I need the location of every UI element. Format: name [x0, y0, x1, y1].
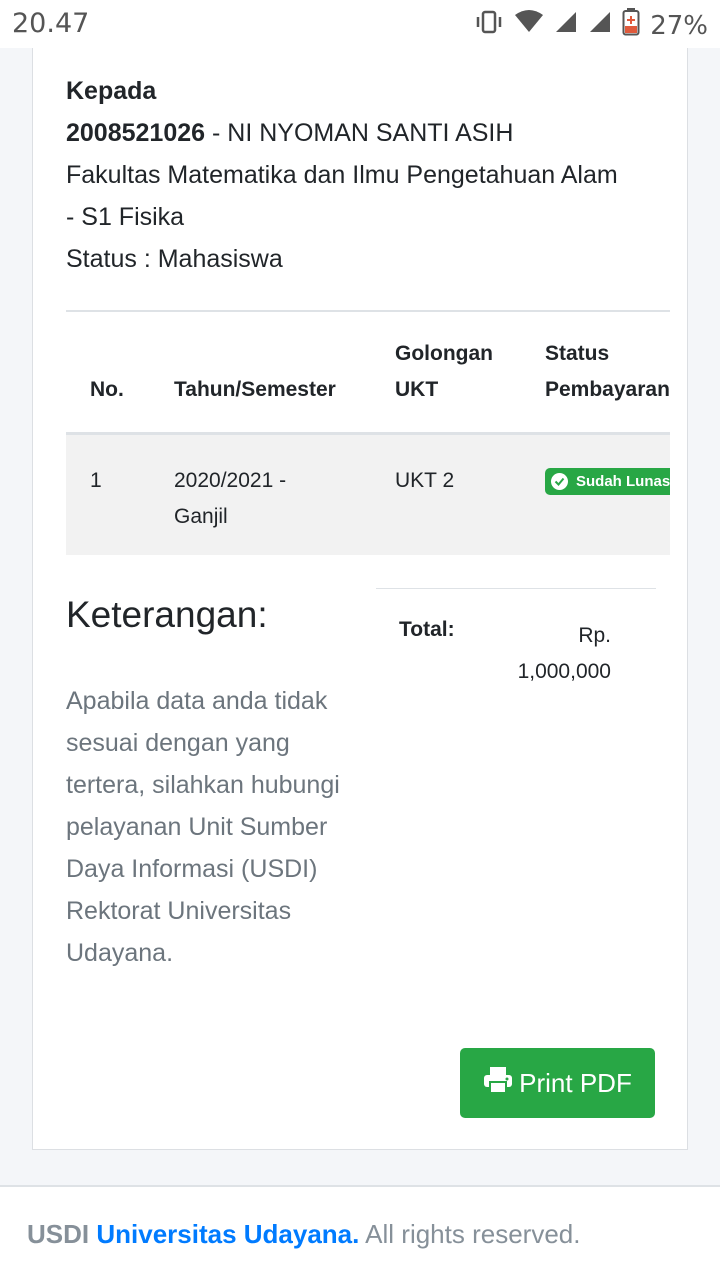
signal-icon	[554, 10, 578, 41]
faculty-line-2: - S1 Fisika	[66, 203, 185, 231]
status-time: 20.47	[12, 8, 90, 39]
battery-percent: 27%	[650, 10, 708, 41]
header-pembayaran: Pembayaran	[545, 378, 670, 401]
footer-link[interactable]: Universitas Udayana.	[96, 1219, 359, 1249]
footer-rights: All rights reserved.	[359, 1219, 581, 1249]
battery-icon	[622, 8, 640, 43]
row-golongan: UKT 2	[395, 469, 455, 492]
row-semester: Ganjil	[174, 505, 228, 528]
total-label: Total:	[399, 618, 455, 641]
header-year-semester: Tahun/Semester	[174, 378, 336, 401]
student-status: Status : Mahasiswa	[66, 245, 283, 273]
header-no: No.	[90, 378, 124, 401]
print-pdf-label: Print PDF	[519, 1067, 632, 1098]
status-badge: Sudah Lunas	[545, 468, 670, 495]
payment-table: No. Tahun/Semester Golongan UKT Status P…	[66, 312, 670, 555]
footer: USDI Universitas Udayana. All rights res…	[0, 1185, 720, 1282]
recipient-heading: Kepada	[66, 77, 157, 105]
status-badge-label: Sudah Lunas	[576, 473, 670, 490]
header-status: Status	[545, 342, 610, 365]
vibrate-icon	[474, 9, 504, 42]
status-icons: 27%	[474, 8, 708, 43]
faculty-line-1: Fakultas Matematika dan Ilmu Pengetahuan…	[66, 161, 618, 189]
signal-icon	[588, 10, 612, 41]
student-name: - NI NYOMAN SANTI ASIH	[205, 119, 514, 147]
notes-text: Apabila data anda tidak sesuai dengan ya…	[66, 687, 340, 967]
printer-icon	[483, 1066, 513, 1101]
header-golongan: Golongan	[395, 342, 493, 365]
total-divider	[376, 588, 656, 589]
invoice-card: Kepada 2008521026 - NI NYOMAN SANTI ASIH…	[32, 48, 688, 1150]
total-value: Rp. 1,000,000	[503, 618, 611, 690]
footer-org: USDI	[27, 1219, 90, 1249]
row-year: 2020/2021 -	[174, 469, 287, 492]
header-ukt: UKT	[395, 378, 439, 401]
recipient-identity: 2008521026 - NI NYOMAN SANTI ASIH	[66, 112, 666, 154]
row-no: 1	[90, 469, 102, 492]
total-amount: 1,000,000	[517, 660, 611, 683]
table-row: 1 2020/2021 - Ganjil UKT 2 Sudah Lunas	[66, 435, 670, 555]
total-currency: Rp.	[578, 624, 611, 647]
table-header: No. Tahun/Semester Golongan UKT Status P…	[66, 312, 670, 435]
student-nim: 2008521026	[66, 119, 206, 147]
check-circle-icon	[551, 473, 568, 490]
recipient-info: Kepada 2008521026 - NI NYOMAN SANTI ASIH…	[66, 70, 666, 280]
wifi-icon	[514, 10, 544, 41]
status-bar: 20.47 27%	[0, 0, 720, 48]
notes-title: Keterangan:	[66, 594, 268, 635]
print-pdf-button[interactable]: Print PDF	[460, 1048, 655, 1118]
footer-text: USDI Universitas Udayana. All rights res…	[27, 1219, 580, 1250]
